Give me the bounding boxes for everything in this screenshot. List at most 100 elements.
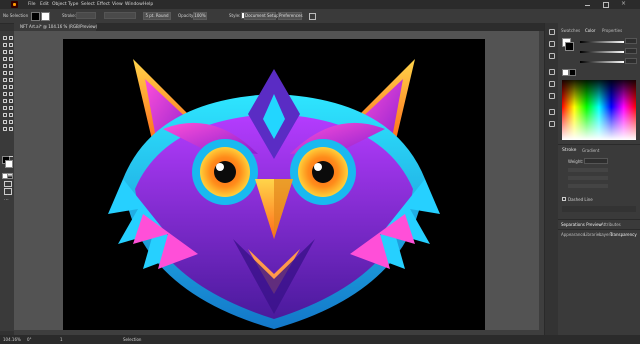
menu-select[interactable]: Select (81, 2, 95, 7)
color-value-g[interactable] (625, 48, 637, 54)
maximize-icon[interactable] (603, 2, 609, 8)
color-value-b[interactable] (625, 58, 637, 64)
edit-toolbar-icon[interactable]: ··· (4, 197, 9, 203)
brush-definition-select[interactable]: 5 pt. Round (143, 12, 171, 20)
panel-divider (558, 144, 640, 145)
menu-file[interactable]: File (28, 2, 36, 7)
artboard[interactable] (63, 39, 485, 335)
control-bar: No Selection Stroke: 5 pt. Round Opacity… (0, 9, 640, 24)
blend-tool-icon[interactable] (8, 105, 13, 110)
close-icon[interactable]: × (621, 0, 626, 7)
curvature-tool-icon[interactable] (8, 49, 13, 54)
tab-appearance[interactable]: Appearance (561, 232, 585, 237)
minimize-icon[interactable] (585, 5, 590, 6)
tab-swatches[interactable]: Swatches (561, 28, 580, 33)
color-fill-box[interactable] (565, 42, 574, 51)
preferences-button[interactable]: Preferences (278, 12, 303, 20)
brushes-icon[interactable] (549, 69, 555, 75)
tools-panel: ··· (0, 31, 14, 331)
libraries-icon[interactable] (549, 29, 555, 35)
free-transform-tool-icon[interactable] (8, 84, 13, 89)
slice-tool-icon[interactable] (8, 119, 13, 124)
color-slider-g[interactable] (580, 51, 624, 53)
graph-tool-icon[interactable] (8, 112, 13, 117)
status-bar: 104.16% 0° 1 Selection (0, 335, 640, 344)
paintbrush-tool-icon[interactable] (8, 63, 13, 68)
pen-tool-icon[interactable] (2, 49, 7, 54)
tab-separations-preview[interactable]: Separations Preview (561, 222, 602, 227)
document-tab[interactable]: NFT Art.ai* @ 104.16 % (RGB/Preview) (14, 23, 97, 31)
eyedropper-tool-icon[interactable] (2, 105, 7, 110)
graphic-styles-icon[interactable] (549, 93, 555, 99)
stroke-option-row (568, 168, 608, 172)
tab-color[interactable]: Color (585, 28, 595, 33)
canvas-area[interactable] (14, 31, 544, 335)
menu-window[interactable]: Window (125, 2, 143, 7)
magic-wand-tool-icon[interactable] (2, 42, 7, 47)
dashed-line-checkbox[interactable] (562, 197, 566, 201)
color-value-r[interactable] (625, 38, 637, 44)
draw-mode-icon[interactable] (4, 181, 12, 187)
menu-edit[interactable]: Edit (40, 2, 49, 7)
tab-properties[interactable]: Properties (602, 28, 622, 33)
tab-transparency[interactable]: Transparency (610, 232, 637, 237)
black-swatch[interactable] (569, 69, 576, 76)
zoom-tool-icon[interactable] (8, 126, 13, 131)
shape-builder-tool-icon[interactable] (2, 91, 7, 96)
symbols-icon[interactable] (549, 81, 555, 87)
variable-width-profile[interactable] (104, 12, 136, 19)
type-tool-icon[interactable] (2, 56, 7, 61)
color-slider-r[interactable] (580, 41, 624, 43)
artboard-tool-icon[interactable] (2, 119, 7, 124)
line-tool-icon[interactable] (8, 56, 13, 61)
shaper-tool-icon[interactable] (2, 70, 7, 75)
screen-mode-icon[interactable] (4, 188, 12, 195)
symbol-sprayer-tool-icon[interactable] (2, 112, 7, 117)
eraser-tool-icon[interactable] (8, 70, 13, 75)
document-setup-button[interactable]: Document Setup (244, 12, 279, 20)
swap-colors-icon[interactable] (9, 156, 13, 160)
menu-object[interactable]: Object (52, 2, 67, 7)
owl-artwork (108, 59, 440, 329)
artboard-number[interactable]: 1 (60, 337, 63, 342)
transform-icon[interactable] (549, 121, 555, 127)
scale-tool-icon[interactable] (8, 77, 13, 82)
tab-gradient[interactable]: Gradient (582, 148, 599, 153)
direct-selection-tool-icon[interactable] (8, 35, 13, 40)
gradient-tool-icon[interactable] (8, 98, 13, 103)
app-logo-icon (11, 1, 18, 8)
menu-help[interactable]: Help (143, 2, 153, 7)
dash-gap-fields[interactable] (562, 206, 636, 212)
menu-effect[interactable]: Effect (97, 2, 110, 7)
color-spectrum[interactable] (562, 80, 636, 140)
tab-attributes[interactable]: Attributes (601, 222, 621, 227)
selection-tool-icon[interactable] (2, 35, 7, 40)
properties-icon[interactable] (549, 41, 555, 47)
tab-stroke[interactable]: Stroke (562, 148, 576, 153)
align-icon[interactable] (309, 13, 316, 20)
hand-tool-icon[interactable] (2, 126, 7, 131)
stroke-weight-field[interactable] (76, 12, 96, 19)
stroke-weight-input[interactable] (584, 158, 608, 164)
width-tool-icon[interactable] (2, 84, 7, 89)
gradient-mode-icon[interactable] (7, 173, 13, 179)
stroke-swatch[interactable] (41, 12, 50, 21)
panel-divider (558, 219, 640, 220)
mesh-tool-icon[interactable] (2, 98, 7, 103)
menu-view[interactable]: View (112, 2, 123, 7)
rotation-value[interactable]: 0° (27, 337, 32, 342)
rotate-tool-icon[interactable] (2, 77, 7, 82)
zoom-level[interactable]: 104.16% (3, 337, 21, 342)
align-panel-icon[interactable] (549, 109, 555, 115)
dashed-line-label: Dashed Line (568, 197, 593, 202)
rectangle-tool-icon[interactable] (2, 63, 7, 68)
stroke-color-box[interactable] (5, 160, 13, 168)
menu-type[interactable]: Type (68, 2, 78, 7)
color-slider-b[interactable] (580, 61, 624, 63)
none-swatch[interactable] (562, 69, 569, 76)
lasso-tool-icon[interactable] (8, 42, 13, 47)
perspective-grid-tool-icon[interactable] (8, 91, 13, 96)
layers-icon[interactable] (549, 53, 555, 59)
opacity-field[interactable]: 100% (193, 12, 207, 20)
fill-swatch[interactable] (31, 12, 40, 21)
